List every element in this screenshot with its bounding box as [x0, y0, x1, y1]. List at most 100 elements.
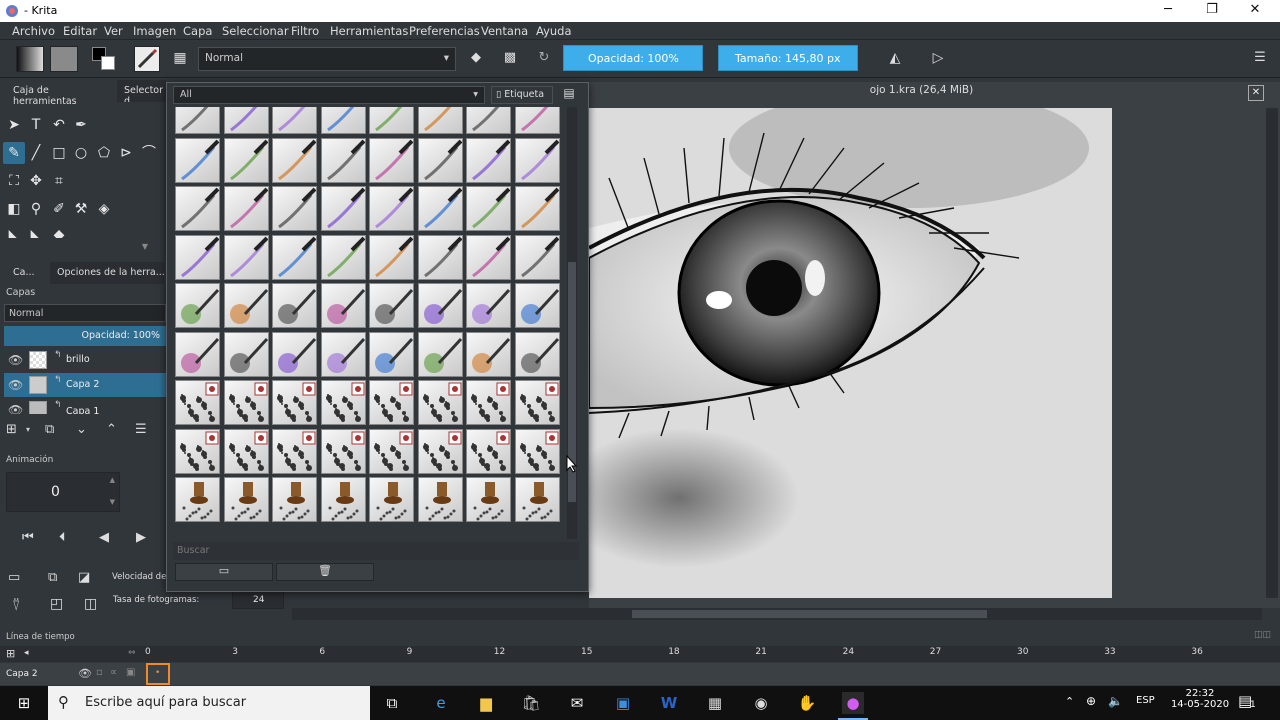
- brush-preset-item[interactable]: [369, 186, 414, 231]
- brush-preset-item[interactable]: [175, 186, 220, 231]
- eye-icon[interactable]: 👁: [8, 353, 23, 367]
- brush-preset-item[interactable]: [466, 186, 511, 231]
- brush-preset-item[interactable]: [466, 234, 511, 280]
- menu-herramientas[interactable]: Herramientas: [330, 24, 408, 38]
- brush-preset-item[interactable]: [175, 477, 220, 522]
- tab-color-selector[interactable]: Selector d: [117, 80, 166, 102]
- color-swatches[interactable]: [92, 47, 116, 71]
- import-resource-button[interactable]: ▭: [175, 563, 273, 581]
- line-tool-icon[interactable]: ╱: [25, 142, 47, 164]
- eye-icon[interactable]: 👁: [8, 378, 23, 392]
- alpha-lock-icon[interactable]: ▩: [499, 46, 521, 72]
- brush-preset-item[interactable]: [417, 283, 463, 328]
- maximize-button[interactable]: ❐: [1190, 0, 1234, 22]
- reference-tool-icon[interactable]: ◆: [48, 224, 70, 238]
- mail-icon[interactable]: ✉: [566, 692, 588, 714]
- pattern-selector[interactable]: [50, 46, 78, 72]
- assistant-tool-icon[interactable]: ◣: [3, 224, 25, 238]
- gradient-tool-icon[interactable]: ◧: [3, 198, 25, 220]
- brush-preset-item[interactable]: [369, 380, 414, 425]
- brush-preset-item[interactable]: [272, 186, 317, 231]
- calculator-icon[interactable]: ▦: [704, 692, 726, 714]
- delete-resource-button[interactable]: 🗑: [276, 563, 374, 581]
- reload-preset-icon[interactable]: ↻: [533, 46, 555, 72]
- brush-preset-item[interactable]: [417, 477, 463, 522]
- spin-down-icon[interactable]: ▼: [110, 498, 115, 506]
- preset-search-input[interactable]: Buscar: [173, 542, 579, 560]
- bucket-fill-tool-icon[interactable]: ◈: [93, 198, 115, 220]
- drawing-canvas[interactable]: [589, 108, 1112, 598]
- word-icon[interactable]: W: [658, 692, 680, 714]
- bezier-tool-icon[interactable]: ⌒: [138, 142, 160, 164]
- brush-preset-item[interactable]: [466, 331, 511, 377]
- brush-preset-item[interactable]: [223, 234, 269, 280]
- edit-shape-tool-icon[interactable]: ↶: [48, 114, 70, 136]
- brush-preset-item[interactable]: [175, 380, 220, 425]
- brush-preset-item[interactable]: [466, 107, 511, 134]
- rectangle-tool-icon[interactable]: □: [48, 142, 70, 164]
- menu-preferencias[interactable]: Preferencias: [409, 24, 480, 38]
- brush-preset-item[interactable]: [417, 380, 463, 425]
- brush-preset-item[interactable]: [514, 137, 560, 183]
- freehand-brush-tool-icon[interactable]: ✎: [3, 142, 25, 164]
- horizontal-scrollbar[interactable]: [292, 608, 1262, 620]
- file-explorer-icon[interactable]: ▆: [475, 692, 497, 714]
- onion-skin-icon[interactable]: ∝: [110, 667, 117, 678]
- brush-preset-item[interactable]: [320, 234, 366, 280]
- task-view-icon[interactable]: ⧉: [381, 692, 403, 714]
- gradient-selector[interactable]: [16, 46, 44, 72]
- first-frame-icon[interactable]: ⏮: [22, 530, 34, 545]
- current-frame-cell[interactable]: •: [146, 663, 170, 685]
- add-layer-icon[interactable]: ⊞: [6, 422, 17, 437]
- brush-preset-item[interactable]: [175, 107, 220, 134]
- lock-icon[interactable]: ▫: [96, 667, 103, 678]
- opacity-slider[interactable]: Opacidad: 100%: [563, 45, 703, 71]
- brush-preset-item[interactable]: [514, 380, 560, 425]
- previous-keyframe-icon[interactable]: ⏴: [59, 530, 66, 545]
- layer-opacity-slider[interactable]: Opacidad: 100%: [4, 326, 166, 346]
- visibility-icon[interactable]: 👁: [78, 667, 92, 680]
- menu-archivo[interactable]: Archivo: [12, 24, 55, 38]
- menu-editar[interactable]: Editar: [63, 24, 97, 38]
- tag-button[interactable]: ▯ Etiqueta: [491, 86, 553, 104]
- menu-imagen[interactable]: Imagen: [133, 24, 176, 38]
- mirror-vertical-icon[interactable]: ▷: [926, 46, 950, 72]
- windows-start-icon[interactable]: ⊞: [13, 692, 35, 714]
- brush-preset-item[interactable]: [175, 137, 220, 183]
- brush-preset-item[interactable]: [320, 137, 366, 183]
- auto-frame-icon[interactable]: ◪: [78, 570, 90, 585]
- smart-patch-tool-icon[interactable]: ✐: [48, 198, 70, 220]
- onion-skin-icon[interactable]: ▭: [8, 570, 20, 585]
- brush-preset-item[interactable]: [272, 428, 317, 474]
- play-icon[interactable]: ▶: [136, 530, 146, 545]
- move-layer-up-icon[interactable]: ⌃: [106, 422, 117, 437]
- current-frame-spinbox[interactable]: 0 ▲ ▼: [6, 472, 120, 512]
- brush-preset-item[interactable]: [369, 428, 414, 474]
- brush-preset-item[interactable]: [272, 331, 317, 377]
- layer-properties-icon[interactable]: ☰: [135, 422, 147, 437]
- tab-tool-options[interactable]: Opciones de la herra...: [50, 262, 164, 284]
- ellipse-tool-icon[interactable]: ○: [70, 142, 92, 164]
- brush-preset-item[interactable]: [417, 186, 463, 231]
- drop-frames-icon[interactable]: ⧉: [48, 570, 57, 585]
- menu-ver[interactable]: Ver: [104, 24, 123, 38]
- dock-float-icon[interactable]: ◫◫: [1254, 630, 1271, 640]
- menu-capa[interactable]: Capa: [183, 24, 212, 38]
- mirror-horizontal-icon[interactable]: ◭: [883, 46, 907, 72]
- brush-preset-item[interactable]: [272, 283, 317, 328]
- view-options-icon[interactable]: ▤: [560, 86, 578, 104]
- vertical-scrollbar[interactable]: [1266, 108, 1278, 598]
- brush-preset-item[interactable]: [175, 283, 220, 328]
- color-picker-tool-icon[interactable]: ⚲: [25, 198, 47, 220]
- paw-app-icon[interactable]: ✋: [796, 692, 818, 714]
- layer-row-capa-1[interactable]: 👁 ↰ Capa 1: [4, 398, 166, 414]
- brush-preset-item[interactable]: [417, 331, 463, 377]
- tag-filter-select[interactable]: All ▾: [173, 86, 485, 104]
- crop-tool-icon[interactable]: ⌗: [48, 170, 70, 192]
- network-icon[interactable]: ⊕: [1086, 694, 1096, 708]
- brush-preset-item[interactable]: [223, 137, 269, 183]
- hamburger-menu-icon[interactable]: ☰: [1250, 46, 1270, 72]
- brush-preset-item[interactable]: [223, 186, 269, 231]
- brush-preset-item[interactable]: [466, 428, 511, 474]
- eraser-icon[interactable]: ◆: [465, 46, 487, 72]
